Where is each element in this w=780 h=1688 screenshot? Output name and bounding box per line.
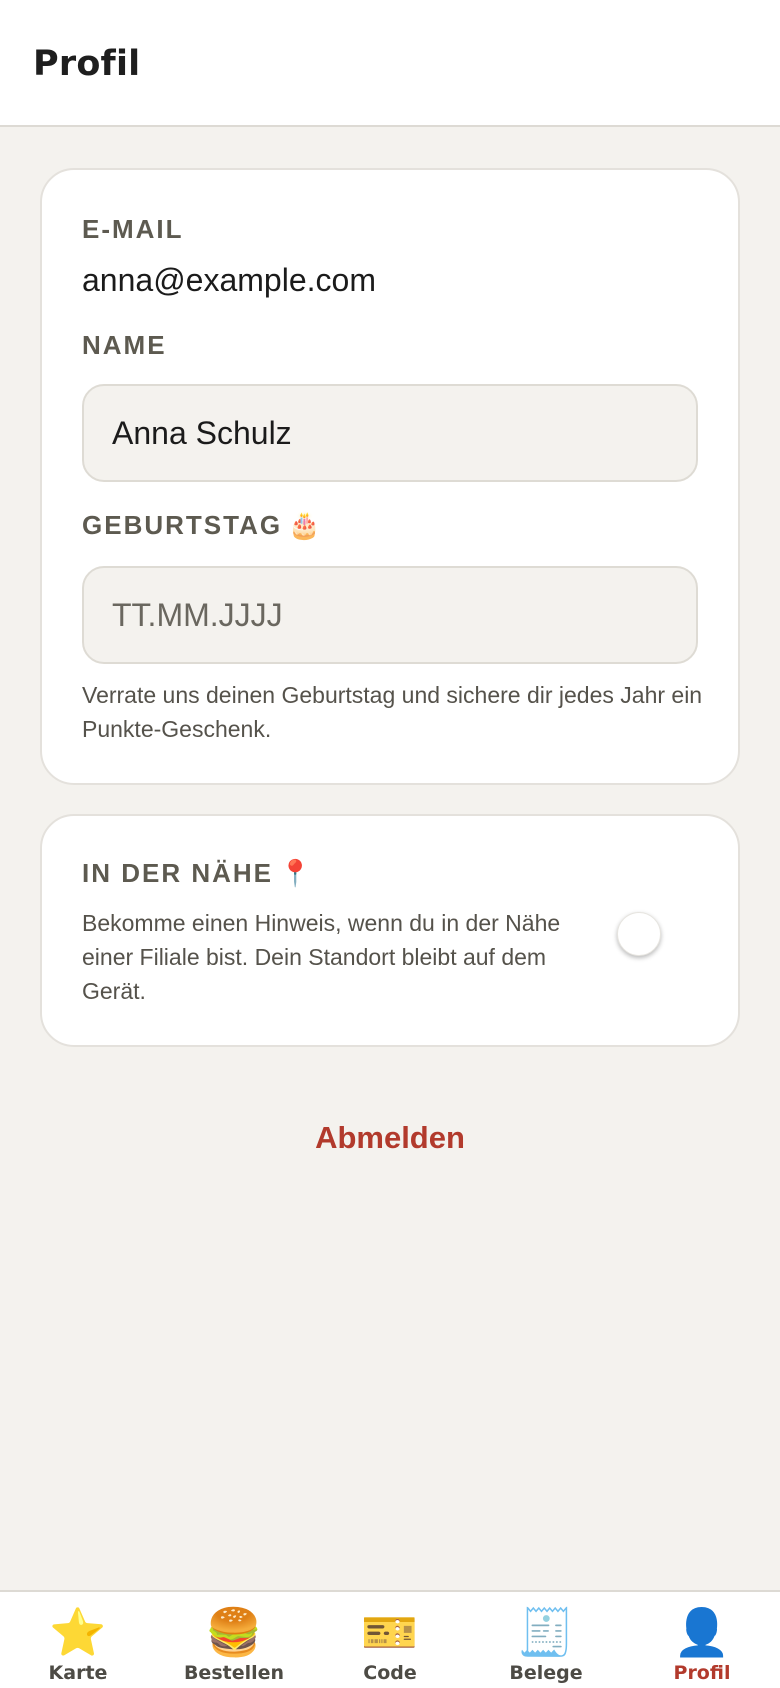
- nav-label: Belege: [509, 1662, 583, 1684]
- nav-item-karte[interactable]: ⭐ Karte: [0, 1592, 156, 1688]
- user-icon: 👤: [673, 1606, 731, 1658]
- burger-icon: 🍔: [205, 1606, 263, 1658]
- birthday-help-text: Verrate uns deinen Geburtstag und sicher…: [82, 682, 703, 742]
- toggle-knob: [617, 912, 661, 956]
- header: Profil: [0, 0, 780, 127]
- name-label: NAME: [82, 330, 167, 360]
- page-title: Profil: [33, 44, 141, 84]
- star-icon: ⭐: [49, 1606, 107, 1658]
- ticket-icon: 🎫: [361, 1606, 419, 1658]
- cake-icon: 🎂: [288, 510, 321, 540]
- receipt-icon: 🧾: [517, 1606, 575, 1658]
- birthday-label-row: GEBURTSTAG 🎂: [82, 510, 320, 541]
- bottom-nav: ⭐ Karte 🍔 Bestellen 🎫 Code 🧾 Belege 👤 Pr…: [0, 1590, 780, 1688]
- nearby-label: IN DER NÄHE: [82, 858, 274, 888]
- email-value: anna@example.com: [82, 262, 376, 298]
- nearby-description: Bekomme einen Hinweis, wenn du in der Nä…: [82, 910, 561, 1004]
- name-input[interactable]: [82, 384, 698, 482]
- email-label: E-MAIL: [82, 214, 184, 244]
- birthday-input[interactable]: [82, 566, 698, 664]
- pin-icon: 📍: [279, 858, 312, 888]
- nav-item-code[interactable]: 🎫 Code: [312, 1592, 468, 1688]
- nav-label: Profil: [673, 1662, 731, 1684]
- nav-label: Code: [363, 1662, 417, 1684]
- logout-button[interactable]: Abmelden: [0, 1120, 780, 1156]
- nav-item-belege[interactable]: 🧾 Belege: [468, 1592, 624, 1688]
- profile-card: E-MAIL anna@example.com NAME GEBURTSTAG🎂…: [40, 168, 740, 785]
- app-root: Profil E-MAIL anna@example.com NAME GEBU…: [0, 0, 780, 1688]
- nearby-card: IN DER NÄHE 📍 Bekomme einen Hinweis, wenn…: [40, 814, 740, 1047]
- birthday-label: GEBURTSTAG: [82, 510, 283, 540]
- nearby-toggle[interactable]: [617, 912, 707, 958]
- nav-item-profil[interactable]: 👤 Profil: [624, 1592, 780, 1688]
- nav-label: Karte: [48, 1662, 108, 1684]
- nearby-label-row: IN DER NÄHE 📍: [82, 858, 311, 889]
- nav-item-bestellen[interactable]: 🍔 Bestellen: [156, 1592, 312, 1688]
- nav-label: Bestellen: [183, 1662, 285, 1684]
